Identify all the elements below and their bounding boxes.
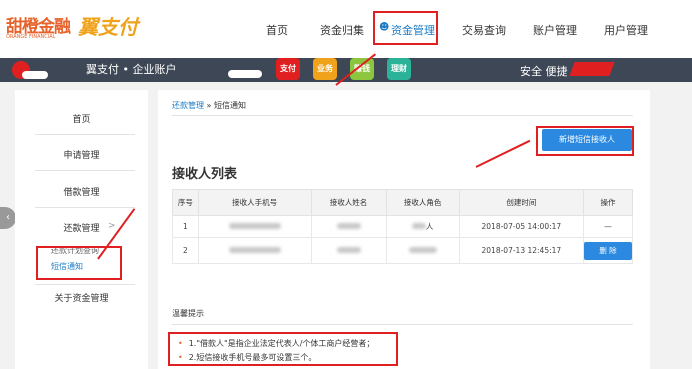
cell-name-redacted [310,237,387,264]
cell-role: 人 [385,215,460,238]
highlight-box-nav [373,11,438,45]
cell-action-none: — [583,215,633,238]
breadcrumb-sep: » [204,101,214,110]
recipient-table: 序号 接收人手机号 接收人姓名 接收人角色 创建时间 操作 1 人 2018-0… [172,189,633,264]
badge-wealth: 理财 [387,58,411,80]
cloud-icon [228,70,262,78]
divider [35,284,135,285]
sidebar: 首页 申请管理 借款管理 还款管理 > 还款计划查询 短信通知 关于资金管理 [15,90,148,369]
nav-fund-collection[interactable]: 资金归集 [320,22,364,38]
table-row: 2 2018-07-13 12:45:17 删 除 [172,237,633,264]
nav-home[interactable]: 首页 [266,22,288,38]
divider [35,207,135,208]
highlight-box-tips [168,332,398,366]
sidebar-item-loan[interactable]: 借款管理 [15,185,148,198]
logo-bestpay: 翼支付 [78,15,138,39]
tips-heading: 温馨提示 [172,309,204,318]
col-phone: 接收人手机号 [197,189,312,216]
nav-account-management[interactable]: 账户管理 [533,22,577,38]
banner-slogan: 安全 便捷 [520,65,568,78]
cloud-icon [22,71,48,79]
col-action: 操作 [583,189,633,216]
breadcrumb: 还款管理 » 短信通知 [172,100,246,111]
divider [172,324,633,325]
divider [172,115,633,116]
cell-action: 删 除 [583,237,633,264]
cell-created: 2018-07-05 14:00:17 [458,215,585,238]
divider [35,170,135,171]
delete-button[interactable]: 删 除 [584,241,632,260]
sidebar-item-repayment[interactable]: 还款管理 [15,221,148,234]
badge-pay: 支付 [276,58,300,80]
cell-no: 1 [172,215,199,238]
cell-name-redacted [310,215,387,238]
banner-title: 翼支付 • 企业账户 [86,63,177,76]
table-header-row: 序号 接收人手机号 接收人姓名 接收人角色 创建时间 操作 [172,189,633,216]
breadcrumb-current: 短信通知 [213,101,246,110]
sidebar-item-apply[interactable]: 申请管理 [15,148,148,161]
table-row: 1 人 2018-07-05 14:00:17 — [172,215,633,238]
cell-phone-redacted [197,215,312,238]
logo-subtitle: ORANGE FINANCIAL [6,34,56,40]
divider [35,134,135,135]
col-role: 接收人角色 [385,189,460,216]
cell-role-redacted [385,237,460,264]
nav-transaction-query[interactable]: 交易查询 [462,22,506,38]
nav-user-management[interactable]: 用户管理 [604,22,648,38]
highlight-box-add [536,126,634,156]
rocket-icon [569,62,615,76]
col-name: 接收人姓名 [310,189,387,216]
col-no: 序号 [172,189,199,216]
cell-phone-redacted [197,237,312,264]
chevron-right-icon: > [108,221,116,231]
cell-no: 2 [172,237,199,264]
list-title: 接收人列表 [172,167,238,182]
breadcrumb-parent[interactable]: 还款管理 [172,101,204,110]
sidebar-item-home[interactable]: 首页 [15,112,148,125]
top-header: 甜橙金融 ORANGE FINANCIAL 翼支付 首页 资金归集 ☻ 资金管理… [0,0,692,58]
badge-business: 业务 [313,58,337,80]
highlight-box-sidebar [36,246,122,280]
cell-created: 2018-07-13 12:45:17 [458,237,585,264]
sidebar-item-about[interactable]: 关于资金管理 [15,291,148,304]
col-created: 创建时间 [458,189,585,216]
